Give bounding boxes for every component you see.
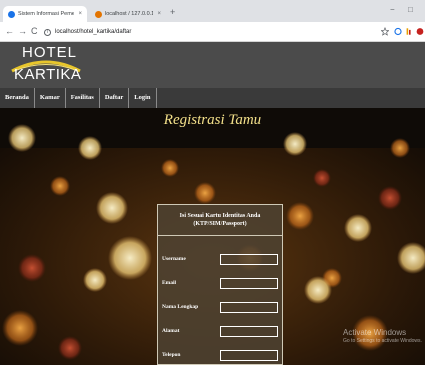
registration-form: Isi Sesuai Kartu Identitas Anda (KTP/SIM…	[157, 204, 283, 365]
address-bar[interactable]: i localhost/hotel_kartika/daftar	[44, 26, 374, 38]
telepon-input[interactable]	[220, 350, 278, 361]
form-row-telepon: Telepon	[162, 350, 280, 362]
maximize-button[interactable]: □	[408, 5, 413, 15]
nama-lengkap-label: Nama Lengkap	[162, 304, 199, 310]
browser-tab[interactable]: localhost / 127.0.0.1 / xathotel ×	[90, 6, 166, 22]
form-row-username: Username	[162, 254, 280, 266]
site-nav: Beranda Kamar Fasilitas Daftar Login	[0, 88, 425, 108]
extension-circle-icon[interactable]	[394, 27, 402, 36]
minimize-button[interactable]: −	[390, 5, 395, 15]
site-favicon-icon	[8, 10, 15, 18]
telepon-label: Telepon	[162, 352, 181, 358]
nav-fasilitas[interactable]: Fasilitas	[66, 88, 100, 108]
logo-text-bottom: KARTIKA	[14, 66, 82, 83]
activate-windows-watermark: Activate Windows Go to Settings to activ…	[343, 328, 422, 344]
watermark-subtitle: Go to Settings to activate Windows.	[343, 338, 422, 344]
username-label: Username	[162, 256, 186, 262]
tab-title: Sistem Informasi Pemesanan Ka	[18, 11, 75, 17]
nav-daftar[interactable]: Daftar	[100, 88, 130, 108]
back-arrow-icon[interactable]: ←	[5, 26, 14, 37]
browser-tab-strip: Sistem Informasi Pemesanan Ka × localhos…	[0, 0, 425, 22]
email-label: Email	[162, 280, 177, 286]
address-url: localhost/hotel_kartika/daftar	[55, 29, 132, 35]
form-row-email: Email	[162, 278, 280, 290]
registration-section: Registrasi Tamu Isi Sesuai Kartu Identit…	[0, 108, 425, 365]
hotel-logo[interactable]: HOTEL KARTIKA	[10, 42, 82, 88]
nav-beranda[interactable]: Beranda	[0, 88, 35, 108]
close-tab-icon[interactable]: ×	[78, 11, 82, 17]
tab-title: localhost / 127.0.0.1 / xathotel	[105, 11, 154, 17]
close-tab-icon[interactable]: ×	[157, 11, 161, 17]
form-row-nama-lengkap: Nama Lengkap	[162, 302, 280, 314]
form-title-line2: (KTP/SIM/Passport)	[193, 221, 247, 227]
extension-bars-icon[interactable]	[405, 27, 413, 36]
new-tab-button[interactable]: +	[170, 6, 175, 18]
alamat-input[interactable]	[220, 326, 278, 337]
browser-tab-active[interactable]: Sistem Informasi Pemesanan Ka ×	[3, 6, 87, 22]
nama-lengkap-input[interactable]	[220, 302, 278, 313]
form-title-line1: Isi Sesuai Kartu Identitas Anda	[179, 213, 261, 219]
phpmyadmin-favicon-icon	[95, 10, 102, 18]
username-input[interactable]	[220, 254, 278, 265]
watermark-title: Activate Windows	[343, 328, 407, 337]
email-input[interactable]	[220, 278, 278, 289]
nav-login[interactable]: Login	[129, 88, 157, 108]
alamat-label: Alamat	[162, 328, 180, 334]
site-header: HOTEL KARTIKA	[0, 42, 425, 88]
site-info-icon[interactable]: i	[44, 28, 51, 36]
form-title: Isi Sesuai Kartu Identitas Anda (KTP/SIM…	[158, 212, 282, 228]
page-title: Registrasi Tamu	[163, 112, 262, 128]
forward-arrow-icon[interactable]: →	[18, 26, 27, 37]
bookmark-star-icon[interactable]	[381, 27, 389, 36]
form-divider	[158, 235, 282, 236]
form-row-alamat: Alamat	[162, 326, 280, 338]
browser-toolbar: ← → C i localhost/hotel_kartika/daftar	[0, 22, 425, 42]
nav-kamar[interactable]: Kamar	[35, 88, 66, 108]
reload-icon[interactable]: C	[31, 26, 38, 37]
profile-avatar-icon[interactable]	[416, 27, 424, 36]
